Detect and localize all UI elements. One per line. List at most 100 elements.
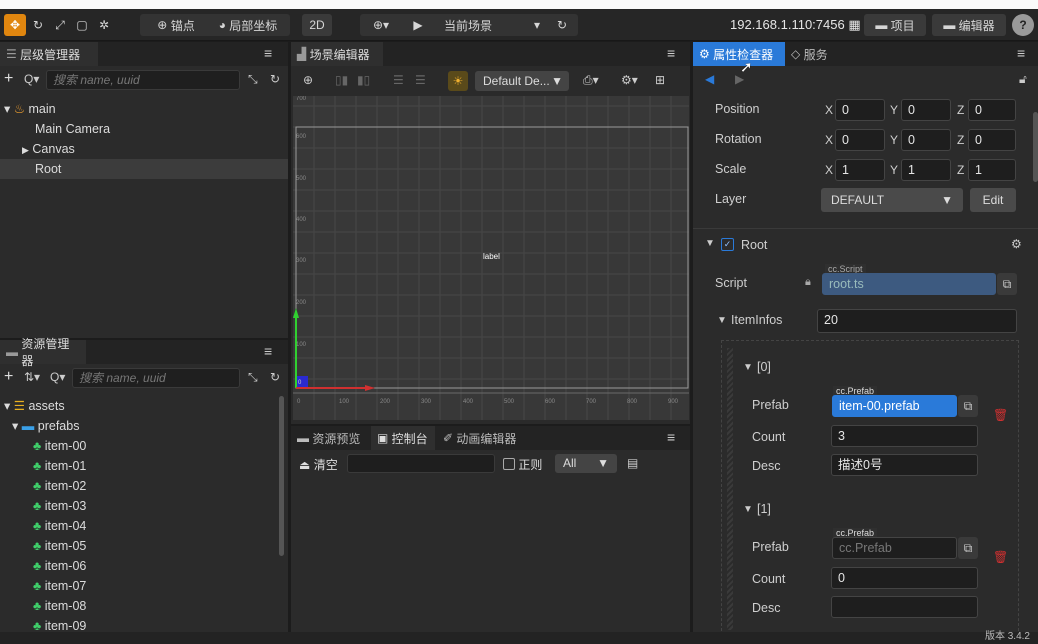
layer-edit-button[interactable]: Edit <box>970 188 1016 212</box>
rotate-tool-icon[interactable]: ↻ <box>28 14 48 36</box>
layout-icon[interactable]: ⊞ <box>655 73 665 87</box>
expand-arrow-icon[interactable]: ▼ <box>743 504 753 515</box>
delete-icon[interactable]: 🗑︎ <box>993 550 1008 564</box>
transform-tool-icon[interactable]: ✲ <box>94 14 114 36</box>
tree-node-main-camera[interactable]: Main Camera <box>35 119 110 139</box>
lock-icon[interactable]: 🔓︎ <box>1019 72 1027 87</box>
gear-icon[interactable]: ⚙▾ <box>621 73 638 87</box>
rotation-z-input[interactable]: 0 <box>968 129 1016 151</box>
asset-item[interactable]: ♣ item-04 <box>33 516 86 536</box>
asset-item[interactable]: ♣ item-03 <box>33 496 86 516</box>
gear-icon[interactable]: ⚙ <box>1011 237 1022 251</box>
local-coords-button[interactable]: ◕ 局部坐标 <box>210 14 286 36</box>
scene-viewport[interactable]: label 700 600 500 400 300 200 100 0 0 10… <box>293 96 689 420</box>
panel-menu-icon[interactable]: ≡ <box>667 45 675 61</box>
sort-icon[interactable]: ⇅▾ <box>24 370 40 384</box>
assets-search-input[interactable]: 搜索 name, uuid <box>72 368 240 388</box>
refresh-icon[interactable]: ↻ <box>270 370 280 384</box>
collapse-icon[interactable]: ⤡ <box>248 370 258 385</box>
align-center-icon[interactable]: ▮▯ <box>357 73 370 87</box>
scrollbar[interactable] <box>1033 112 1038 182</box>
tab-assets[interactable]: ▬ 资源管理器 <box>0 337 86 368</box>
qrcode-icon[interactable]: ▦ <box>845 17 860 32</box>
regex-checkbox[interactable]: 正则 <box>503 456 542 473</box>
tree-node-prefabs[interactable]: ▾ ▬ prefabs <box>12 416 79 436</box>
add-icon[interactable]: + <box>4 368 13 386</box>
panel-menu-icon[interactable]: ≡ <box>667 429 675 445</box>
prefab-field[interactable]: cc.Prefab <box>832 537 957 559</box>
asset-item[interactable]: ♣ item-08 <box>33 596 86 616</box>
x-arrow-icon[interactable] <box>365 385 375 391</box>
delete-icon[interactable]: 🗑︎ <box>993 408 1008 422</box>
asset-item[interactable]: ♣ item-07 <box>33 576 86 596</box>
refresh-icon[interactable]: ↻ <box>270 72 280 86</box>
asset-item[interactable]: ♣ item-01 <box>33 456 86 476</box>
script-field[interactable]: root.ts <box>822 273 996 295</box>
pick-icon[interactable]: ⧉ <box>997 273 1017 295</box>
tree-node-root[interactable]: Root <box>0 159 288 179</box>
log-level-select[interactable]: All ▼ <box>555 454 617 473</box>
tab-inspector[interactable]: ⚙ 属性检查器 <box>693 42 785 66</box>
clear-button[interactable]: ⏏ 清空 <box>299 456 338 473</box>
editor-button[interactable]: ▬ 编辑器 <box>932 14 1006 36</box>
tree-node-assets[interactable]: ▾ ☰ assets <box>4 396 65 416</box>
zoom-icon[interactable]: ⊕ <box>303 73 313 87</box>
panel-menu-icon[interactable]: ≡ <box>1017 45 1025 61</box>
scale-z-input[interactable]: 1 <box>968 159 1016 181</box>
tab-console[interactable]: ▣ 控制台 <box>371 426 435 450</box>
align-left-icon[interactable]: ▯▮ <box>335 73 348 87</box>
scrollbar[interactable] <box>279 396 284 556</box>
asset-item[interactable]: ♣ item-09 <box>33 616 86 632</box>
console-filter-input[interactable] <box>347 454 495 473</box>
desc-input[interactable] <box>831 596 978 618</box>
anchor-button[interactable]: ⊕ 锚点 <box>146 14 206 36</box>
tree-node-canvas[interactable]: ▶ Canvas <box>0 139 288 159</box>
hierarchy-search-input[interactable]: 搜索 name, uuid <box>46 70 240 90</box>
tab-asset-preview[interactable]: ▬ 资源预览 <box>291 426 371 450</box>
refresh-icon[interactable]: ↻ <box>552 14 572 36</box>
move-tool-icon[interactable]: ✥ <box>4 14 26 36</box>
mode-2d-button[interactable]: 2D <box>302 14 332 36</box>
tab-animation-editor[interactable]: ✐ 动画编辑器 <box>437 426 529 450</box>
expand-arrow-icon[interactable]: ▼ <box>717 315 727 326</box>
position-x-input[interactable]: 0 <box>835 99 885 121</box>
search-filter-icon[interactable]: Q▾ <box>24 72 39 86</box>
item-infos-count-input[interactable]: 20 <box>817 309 1017 333</box>
design-resolution-select[interactable]: Default De... ▼ <box>475 71 569 91</box>
position-z-input[interactable]: 0 <box>968 99 1016 121</box>
camera-icon[interactable]: ⎙▾ <box>583 73 599 88</box>
label-node-text[interactable]: label <box>483 252 500 261</box>
expand-arrow-icon[interactable]: ▼ <box>743 362 753 373</box>
rotation-y-input[interactable]: 0 <box>901 129 951 151</box>
rect-tool-icon[interactable]: ▢ <box>72 14 92 36</box>
distribute-v-icon[interactable]: ☰ <box>415 73 426 87</box>
rotation-x-input[interactable]: 0 <box>835 129 885 151</box>
pick-icon[interactable]: ⧉ <box>958 395 978 417</box>
asset-item[interactable]: ♣ item-00 <box>33 436 86 456</box>
expand-arrow-icon[interactable]: ▼ <box>705 238 715 249</box>
tab-service[interactable]: ◇ 服务 <box>785 42 841 66</box>
scale-x-input[interactable]: 1 <box>835 159 885 181</box>
scene-select[interactable]: 当前场景 ▾ <box>438 14 548 36</box>
position-y-input[interactable]: 0 <box>901 99 951 121</box>
panel-menu-icon[interactable]: ≡ <box>264 45 272 61</box>
tab-hierarchy[interactable]: ☰ 层级管理器 <box>0 42 98 66</box>
layer-select[interactable]: DEFAULT ▼ <box>821 188 963 212</box>
add-icon[interactable]: + <box>4 70 13 88</box>
light-icon[interactable]: ☀ <box>448 71 468 91</box>
help-icon[interactable]: ? <box>1012 14 1034 36</box>
scale-y-input[interactable]: 1 <box>901 159 951 181</box>
asset-item[interactable]: ♣ item-02 <box>33 476 86 496</box>
open-log-icon[interactable]: ▤ <box>627 456 638 470</box>
panel-menu-icon[interactable]: ≡ <box>264 343 272 359</box>
play-icon[interactable]: ▶ <box>408 14 428 36</box>
project-button[interactable]: ▬ 项目 <box>864 14 926 36</box>
asset-item[interactable]: ♣ item-05 <box>33 536 86 556</box>
prefab-field[interactable]: item-00.prefab <box>832 395 957 417</box>
drag-handle[interactable] <box>727 348 733 630</box>
pick-icon[interactable]: ⧉ <box>958 537 978 559</box>
tree-node-main[interactable]: ▾ ♨ main <box>0 99 288 119</box>
search-filter-icon[interactable]: Q▾ <box>50 370 65 384</box>
collapse-icon[interactable]: ⤡ <box>248 72 258 87</box>
tab-scene-editor[interactable]: ▟ 场景编辑器 <box>291 42 383 66</box>
